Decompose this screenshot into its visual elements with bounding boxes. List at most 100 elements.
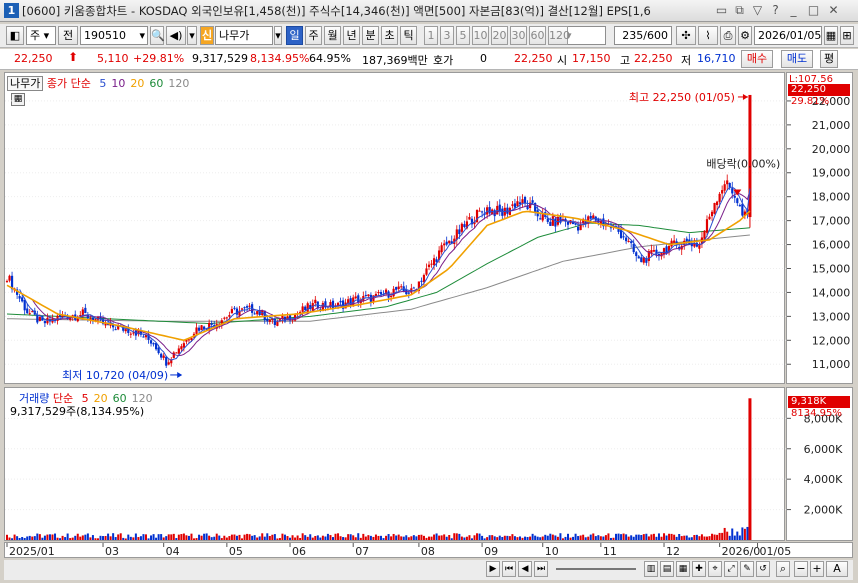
print-icon[interactable]: ⎙ bbox=[720, 26, 736, 45]
line-type-icon[interactable]: ▤ bbox=[660, 561, 674, 577]
volume-bar bbox=[620, 534, 623, 540]
speaker-menu-icon[interactable]: ▾ bbox=[187, 26, 197, 45]
title-bar: 1 [0600] 키움종합차트 - KOSDAQ 외국인보유[1,458(천)]… bbox=[0, 0, 858, 22]
volume-bar bbox=[703, 536, 706, 540]
search-icon[interactable]: 🔍 bbox=[150, 26, 165, 45]
candle bbox=[10, 271, 14, 293]
volume-bar bbox=[425, 537, 428, 540]
tool-icon[interactable]: ✎ bbox=[740, 561, 754, 577]
volume-bar bbox=[276, 538, 279, 540]
stock-code-input[interactable]: 190510 ▾ bbox=[80, 26, 148, 45]
zoom-out-icon[interactable]: − bbox=[794, 561, 808, 577]
tab-period-0[interactable]: 일 bbox=[286, 26, 303, 45]
volume-bar bbox=[208, 535, 211, 540]
volume-bar bbox=[152, 534, 155, 540]
tab-period-5[interactable]: 초 bbox=[381, 26, 398, 45]
speaker-icon[interactable]: ◀) bbox=[166, 26, 186, 45]
bar-count-field[interactable]: 235/600 bbox=[614, 26, 672, 45]
volume-chart-panel[interactable]: 거래량 단순 5 20 60 120 9,317,529주(8,134.95%) bbox=[4, 387, 786, 541]
chart-scrollbar[interactable]: ▶ ⏮ ◀ ⏭ ▥ ▤ ▦ ✚ ⌖ ⤢ ✎ ↺ ⌕ − + A bbox=[4, 560, 853, 580]
date-tick-label: 06 bbox=[292, 545, 306, 558]
close-icon[interactable]: ✕ bbox=[826, 3, 841, 18]
interval-button-1[interactable]: 1 bbox=[424, 26, 438, 45]
date-tick-label: 10 bbox=[545, 545, 559, 558]
minimize-icon[interactable]: _ bbox=[786, 3, 801, 18]
tab-period-3[interactable]: 년 bbox=[343, 26, 360, 45]
candle bbox=[170, 357, 173, 367]
stock-name-field[interactable]: 나무가 bbox=[215, 26, 273, 45]
interval-button-10[interactable]: 10 bbox=[472, 26, 489, 45]
eval-button[interactable]: 평 bbox=[820, 50, 838, 68]
stock-name-menu-icon[interactable]: ▾ bbox=[274, 26, 282, 45]
candle bbox=[304, 305, 307, 311]
zoom-in-icon[interactable]: + bbox=[810, 561, 824, 577]
scroll-prev-icon[interactable]: ◀ bbox=[518, 561, 532, 577]
market-select[interactable]: 주 ▾ bbox=[26, 26, 56, 45]
tab-period-6[interactable]: 틱 bbox=[400, 26, 417, 45]
interval-button-20[interactable]: 20 bbox=[491, 26, 508, 45]
volume-bar bbox=[48, 534, 51, 540]
scroll-next-icon[interactable]: ⏭ bbox=[534, 561, 548, 577]
dividend-annotation: 배당락(0.00%) bbox=[706, 157, 780, 170]
tab-period-4[interactable]: 분 bbox=[362, 26, 379, 45]
calendar-icon[interactable]: ▦ bbox=[824, 26, 838, 45]
volume-bar bbox=[8, 537, 11, 540]
trend-tool-icon[interactable]: ⌇ bbox=[698, 26, 718, 45]
volume-bar bbox=[420, 534, 423, 540]
volume-bar bbox=[56, 537, 59, 540]
volume-bar bbox=[733, 535, 736, 540]
interval-button-3[interactable]: 3 bbox=[440, 26, 454, 45]
volume-bar bbox=[650, 534, 653, 540]
volume-bar bbox=[200, 535, 203, 540]
buy-button[interactable]: 매수 bbox=[741, 50, 773, 68]
tab-period-2[interactable]: 월 bbox=[324, 26, 341, 45]
tab-period-1[interactable]: 주 bbox=[305, 26, 322, 45]
volume-bar bbox=[301, 533, 304, 540]
volume-bar bbox=[483, 538, 486, 540]
candle bbox=[223, 316, 226, 321]
bar-type-icon[interactable]: ▦ bbox=[676, 561, 690, 577]
date-field[interactable]: 2026/01/05 bbox=[754, 26, 822, 45]
volume-bar bbox=[723, 527, 726, 540]
scroll-first-icon[interactable]: ⏮ bbox=[502, 561, 516, 577]
low-price: 16,710 bbox=[697, 52, 736, 65]
auto-scale-button[interactable]: A bbox=[826, 561, 848, 577]
quote-bar: 22,250 ⬆ 5,110 +29.81% 9,317,529 8,134.9… bbox=[0, 49, 858, 70]
maximize-icon[interactable]: □ bbox=[806, 3, 821, 18]
volume-bar bbox=[652, 533, 655, 540]
zoom-slider[interactable] bbox=[556, 568, 636, 570]
help-icon[interactable]: ? bbox=[768, 3, 783, 18]
interval-button-60[interactable]: 60 bbox=[529, 26, 546, 45]
indicator-icon[interactable]: ✣ bbox=[676, 26, 696, 45]
price-axis-ticks: 22,00021,00020,00019,00018,00017,00016,0… bbox=[787, 95, 850, 371]
fit-icon[interactable]: ⤢ bbox=[724, 561, 738, 577]
chart-options-icon[interactable]: ⊞ bbox=[840, 26, 854, 45]
volume-bar bbox=[157, 534, 160, 540]
all-button[interactable]: 전 bbox=[58, 26, 78, 45]
volume-bar bbox=[268, 536, 271, 540]
measure-icon[interactable]: ⌖ bbox=[708, 561, 722, 577]
scroll-right-icon[interactable]: ▶ bbox=[486, 561, 500, 577]
volume-bar bbox=[594, 536, 597, 540]
crosshair-icon[interactable]: ✚ bbox=[692, 561, 706, 577]
copy-window-icon[interactable]: ⧉ bbox=[732, 3, 747, 18]
price-chart-panel[interactable]: 나무가 종가 단순 5 10 20 60 120 ▦ 최고 22,250 (01/05)… bbox=[4, 72, 786, 384]
volume-bar bbox=[99, 535, 102, 540]
reset-icon[interactable]: ↺ bbox=[756, 561, 770, 577]
volume-bar bbox=[59, 538, 62, 540]
interval-button-5[interactable]: 5 bbox=[456, 26, 470, 45]
candle bbox=[516, 196, 519, 208]
settings-icon[interactable]: ⚙ bbox=[738, 26, 752, 45]
chevron-down-icon: ▾ bbox=[139, 29, 145, 42]
save-layout-icon[interactable]: ▭ bbox=[714, 3, 729, 18]
candle-type-icon[interactable]: ▥ bbox=[644, 561, 658, 577]
volume-bar bbox=[112, 533, 115, 540]
pin-icon[interactable]: ▽ bbox=[750, 3, 765, 18]
interval-button-120[interactable]: 120 bbox=[548, 26, 570, 45]
high-price: 22,250 bbox=[634, 52, 673, 65]
volume-bar bbox=[700, 534, 703, 540]
zoom-search-icon[interactable]: ⌕ bbox=[776, 561, 790, 577]
layout-toggle-icon[interactable]: ◧ bbox=[6, 26, 24, 45]
interval-button-30[interactable]: 30 bbox=[510, 26, 527, 45]
sell-button[interactable]: 매도 bbox=[781, 50, 813, 68]
